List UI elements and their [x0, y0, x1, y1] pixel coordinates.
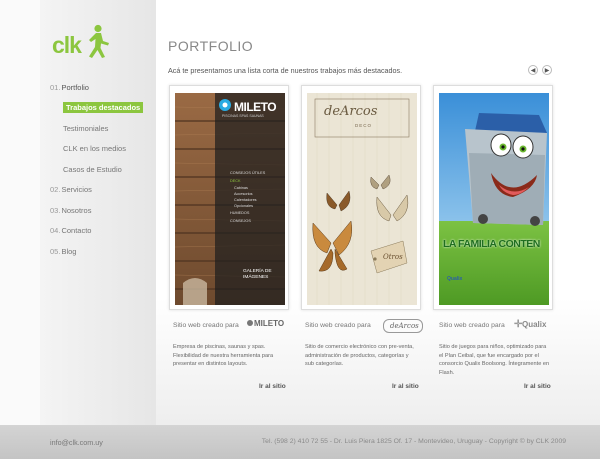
dearcos-tag-text: Otros [383, 253, 403, 261]
nav-label: Servicios [61, 185, 92, 195]
visit-site-link-dearcos[interactable]: Ir al sitio [392, 383, 419, 390]
nav-number: 03. [50, 205, 61, 215]
nav-item-servicios[interactable]: 02. Servicios [50, 180, 156, 201]
dearcos-logo-text: deArcos [324, 104, 378, 119]
visit-site-link-qualix[interactable]: Ir al sitio [524, 383, 551, 390]
nav-item-testimoniales[interactable]: Testimoniales [50, 118, 156, 139]
qualix-small-logo: Qualix [447, 276, 463, 282]
qualix-client-logo[interactable]: ✛ Qualix [514, 319, 552, 333]
qualix-banner: LA FAMILIA CONTEN [443, 238, 540, 250]
nav-item-nosotros[interactable]: 03. Nosotros [50, 200, 156, 221]
nav-item-clk-en-los-medios[interactable]: CLK en los medios [50, 139, 156, 160]
nav-label: Portfolio [61, 82, 89, 92]
mileto-client-logo[interactable]: MILETO [247, 319, 289, 333]
dearcos-tagline: DECO [355, 123, 373, 128]
footer-contact-info: Tel. (598 2) 410 72 55 - Dr. Luis Piera … [261, 438, 566, 445]
intro-text: Acá te presentamos una lista corta de nu… [168, 66, 403, 75]
clk-logo[interactable]: clk [52, 24, 122, 64]
nav-item-trabajos-destacados[interactable]: Trabajos destacados [50, 98, 156, 119]
visit-site-link-mileto[interactable]: Ir al sitio [259, 383, 286, 390]
footer: info@clk.com.uy Tel. (598 2) 410 72 55 -… [0, 425, 600, 459]
mileto-menu-item: CONSEJOS [230, 219, 251, 223]
page-title: PORTFOLIO [168, 38, 254, 54]
project-card-qualix[interactable]: LA FAMILIA CONTEN Qualix [433, 85, 553, 310]
mileto-screenshot: MILETO PISCINAS SPAS SAUNAS CONSEJOS ÚTI… [175, 93, 285, 305]
dearcos-caption-logo-text: deArcos [390, 322, 419, 330]
mileto-menu-item: CONSEJOS ÚTILES [230, 171, 266, 175]
mileto-tagline: PISCINAS SPAS SAUNAS [222, 114, 264, 118]
arrow-left-icon: ◀ [530, 67, 536, 74]
mileto-logo-mark-icon [247, 320, 253, 326]
nav-number: 01. [50, 82, 61, 92]
left-margin [0, 0, 40, 459]
nav-label: Testimoniales [63, 123, 109, 133]
mileto-menu-item: DECK [230, 179, 241, 183]
qualix-screenshot: LA FAMILIA CONTEN Qualix [439, 93, 549, 305]
nav-item-portfolio[interactable]: 01. Portfolio [50, 77, 156, 98]
project-description-qualix: Sitio de juegos para niños, optimizado p… [439, 344, 550, 376]
logo-text: clk [52, 32, 82, 58]
prev-button[interactable]: ◀ [528, 65, 538, 75]
nav-label: Trabajos destacados [63, 102, 144, 114]
nav-item-contacto[interactable]: 04. Contacto [50, 221, 156, 242]
site-created-label-qualix: Sitio web creado para [439, 322, 505, 329]
site-created-label-dearcos: Sitio web creado para [305, 322, 371, 329]
nav-label: Contacto [61, 226, 92, 236]
container-mascot-image [439, 93, 549, 305]
dearcos-screenshot: deArcos DECO Otros [307, 93, 417, 305]
project-description-mileto: Empresa de piscinas, saunas y spas. Flex… [173, 344, 274, 367]
mileto-menu: CONSEJOS ÚTILES DECK Cabinas Accesorios … [230, 169, 265, 225]
nav-number: 02. [50, 185, 61, 195]
mileto-gallery-label: GALERÍA DE IMÁGENES [243, 269, 272, 280]
mileto-logo-text: MILETO [234, 100, 277, 114]
dearcos-client-logo[interactable]: deArcos [383, 319, 423, 333]
project-card-dearcos[interactable]: deArcos DECO Otros [301, 85, 421, 310]
arrow-right-icon: ▶ [544, 67, 550, 74]
main-nav: 01. Portfolio Trabajos destacados Testim… [50, 77, 156, 262]
walking-figure-icon [89, 24, 109, 58]
next-button[interactable]: ▶ [542, 65, 552, 75]
qualix-caption-logo-text: Qualix [522, 320, 547, 329]
nav-number: 05. [50, 246, 61, 256]
nav-label: Blog [61, 246, 77, 256]
nav-label: Casos de Estudio [63, 164, 122, 174]
nav-label: CLK en los medios [63, 144, 126, 154]
project-description-dearcos: Sitio de comercio electrónico con pre-ve… [305, 344, 414, 367]
nav-number: 04. [50, 226, 61, 236]
mileto-caption-logo-text: MILETO [254, 319, 285, 328]
project-card-mileto[interactable]: MILETO PISCINAS SPAS SAUNAS CONSEJOS ÚTI… [169, 85, 289, 310]
footer-email-link[interactable]: info@clk.com.uy [50, 438, 103, 447]
nav-item-casos-de-estudio[interactable]: Casos de Estudio [50, 159, 156, 180]
nav-label: Nosotros [61, 205, 92, 215]
site-created-label-mileto: Sitio web creado para [173, 322, 239, 329]
mileto-menu-item: HUMEDOS [230, 211, 250, 215]
nav-item-blog[interactable]: 05. Blog [50, 241, 156, 262]
